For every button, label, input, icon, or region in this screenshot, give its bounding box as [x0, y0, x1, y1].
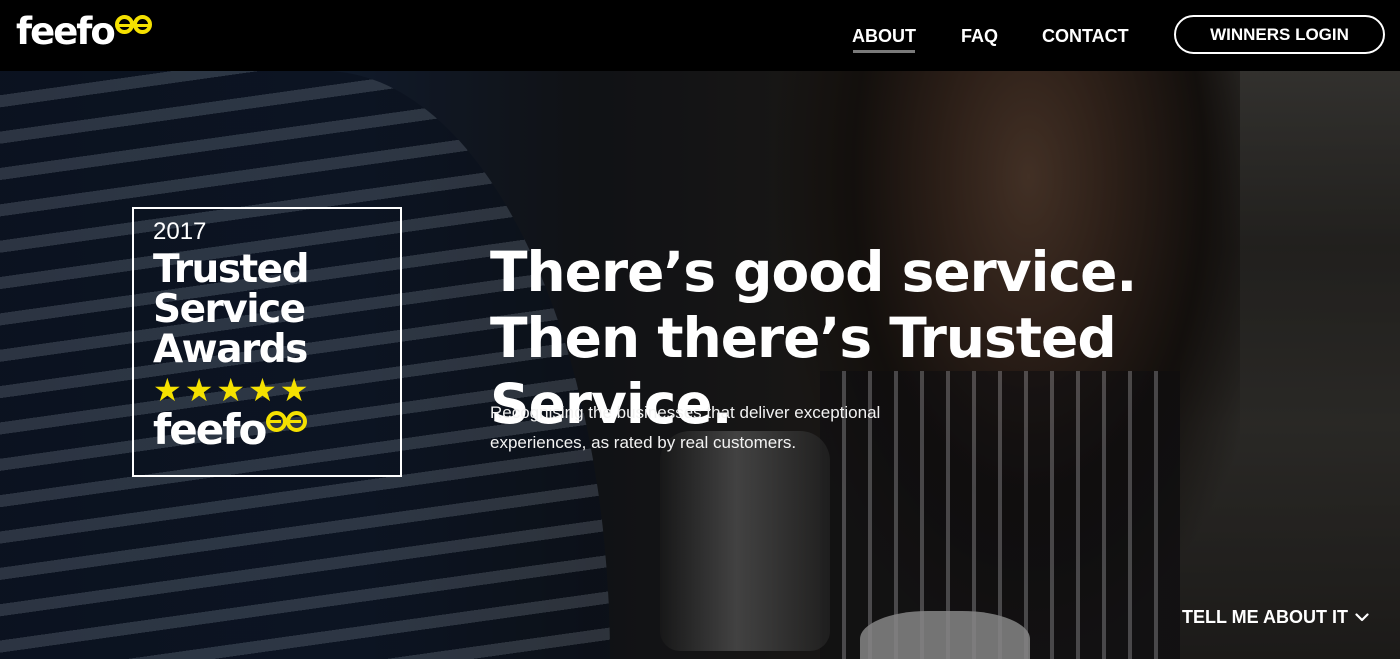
- tell-me-about-it-label: TELL ME ABOUT IT: [1182, 607, 1348, 627]
- award-feefo-logo: feefo: [153, 408, 400, 452]
- hero-section: 2017 Trusted Service Awards ★ ★ ★ ★ ★ feefo …: [0, 71, 1400, 659]
- nav-faq-link[interactable]: FAQ: [961, 25, 998, 47]
- star-icon: ★: [184, 372, 214, 408]
- main-nav: ABOUT FAQ CONTACT WINNERS LOGIN: [0, 0, 1400, 71]
- award-title-line: Service: [153, 287, 306, 332]
- star-icon: ★: [279, 372, 309, 408]
- nav-contact-link[interactable]: CONTACT: [1042, 25, 1129, 47]
- tell-me-about-it-link[interactable]: TELL ME ABOUT IT: [1182, 607, 1369, 628]
- subtext-line-2: experiences, as rated by real customers.: [490, 433, 797, 452]
- award-title: Trusted Service Awards: [153, 250, 400, 370]
- hero-subtext: Recognising the businesses that deliver …: [490, 398, 940, 458]
- award-stars: ★ ★ ★ ★ ★: [153, 374, 400, 406]
- active-nav-indicator: [853, 50, 915, 53]
- star-icon: ★: [153, 372, 182, 408]
- award-logo-wordmark: feefo: [153, 405, 267, 454]
- nav-about-link[interactable]: ABOUT: [852, 25, 916, 47]
- headline-line-1: There’s good service.: [490, 240, 1137, 304]
- top-nav-bar: feefo ABOUT FAQ CONTACT WINNERS LOGIN: [0, 0, 1400, 71]
- award-year: 2017: [153, 218, 207, 245]
- logo-eyes-icon: [266, 411, 308, 432]
- award-title-line: Trusted: [153, 247, 310, 292]
- winners-login-button[interactable]: WINNERS LOGIN: [1174, 15, 1385, 54]
- star-icon: ★: [248, 372, 277, 408]
- subtext-line-1: Recognising the businesses that deliver …: [490, 403, 881, 422]
- award-badge: 2017 Trusted Service Awards ★ ★ ★ ★ ★ feefo: [132, 207, 402, 477]
- award-title-line: Awards: [153, 327, 308, 372]
- star-icon: ★: [216, 372, 246, 408]
- chevron-down-icon: [1355, 613, 1369, 622]
